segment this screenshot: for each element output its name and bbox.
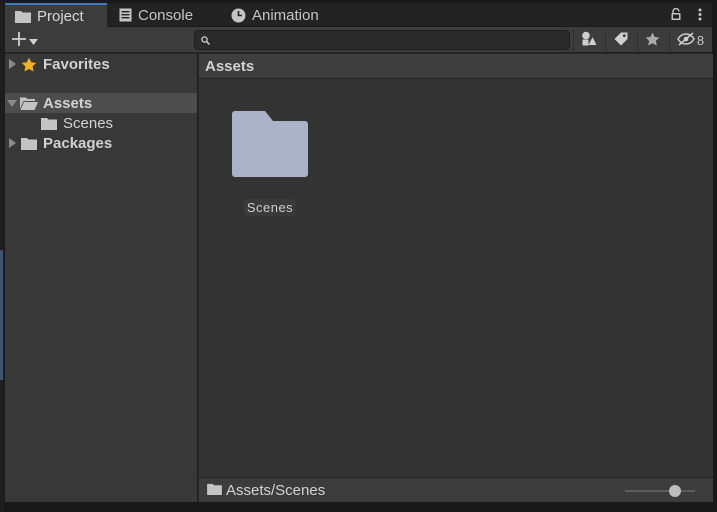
search-input[interactable] <box>210 32 569 48</box>
tab-project[interactable]: Project <box>5 3 107 27</box>
slider-thumb[interactable] <box>669 485 681 497</box>
tab-animation[interactable]: Animation <box>221 3 329 27</box>
asset-item-scenes[interactable]: Scenes <box>232 111 308 216</box>
collapse-arrow-icon[interactable] <box>5 99 19 107</box>
tree-item-packages[interactable]: Packages <box>5 133 197 153</box>
search-field[interactable] <box>194 30 570 50</box>
create-button[interactable] <box>11 30 47 50</box>
console-icon <box>119 8 132 22</box>
tree-item-label: Assets <box>43 94 93 112</box>
tab-bar: Project Console Animation <box>5 3 712 27</box>
save-search-button[interactable] <box>637 29 667 51</box>
shapes-icon <box>581 31 597 50</box>
tab-label: Console <box>138 6 194 24</box>
folder-tree: Favorites Assets Scenes Packages <box>5 54 198 502</box>
star-icon <box>19 57 39 72</box>
tab-label: Animation <box>252 6 319 24</box>
plus-icon <box>11 31 27 50</box>
tree-item-label: Favorites <box>43 55 110 73</box>
breadcrumb-item-assets[interactable]: Assets <box>205 58 254 75</box>
folder-icon <box>39 117 59 130</box>
clock-icon <box>231 8 246 23</box>
kebab-menu-icon[interactable] <box>698 8 702 24</box>
search-icon <box>201 33 211 48</box>
star-icon <box>645 32 660 49</box>
large-folder-icon <box>232 111 308 180</box>
status-bar: Assets/Scenes <box>199 477 713 502</box>
folder-icon <box>15 10 31 23</box>
folder-icon <box>19 137 39 150</box>
hidden-packages-toggle[interactable]: 8 <box>669 29 711 51</box>
tag-icon <box>614 32 628 49</box>
expand-arrow-icon[interactable] <box>5 138 19 148</box>
lock-icon[interactable] <box>670 7 682 23</box>
toolbar: 8 <box>5 27 712 53</box>
eye-slash-icon <box>677 31 695 49</box>
tab-label: Project <box>37 7 84 25</box>
tree-item-assets[interactable]: Assets <box>5 93 197 113</box>
left-edge-accent <box>0 250 3 380</box>
tree-item-label: Packages <box>43 134 113 152</box>
tree-item-label: Scenes <box>63 114 114 132</box>
expand-arrow-icon[interactable] <box>5 59 19 69</box>
breadcrumb: Assets <box>199 54 713 79</box>
tree-item-scenes[interactable]: Scenes <box>5 113 197 133</box>
project-window: Project Console Animation 8 Favorites As… <box>4 2 713 502</box>
open-folder-icon <box>19 97 39 110</box>
slider-track <box>625 490 695 492</box>
tree-item-favorites[interactable]: Favorites <box>5 54 197 74</box>
selected-path: Assets/Scenes <box>226 481 326 499</box>
tab-console[interactable]: Console <box>109 3 203 27</box>
hidden-packages-count: 8 <box>696 32 705 48</box>
assets-content-pane: Assets Scenes <box>199 54 713 502</box>
asset-item-label: Scenes <box>243 199 297 216</box>
icon-size-slider[interactable] <box>625 484 695 498</box>
chevron-down-icon <box>29 33 38 48</box>
search-by-label-button[interactable] <box>605 29 635 51</box>
folder-icon <box>207 482 222 499</box>
search-by-type-button[interactable] <box>573 29 603 51</box>
